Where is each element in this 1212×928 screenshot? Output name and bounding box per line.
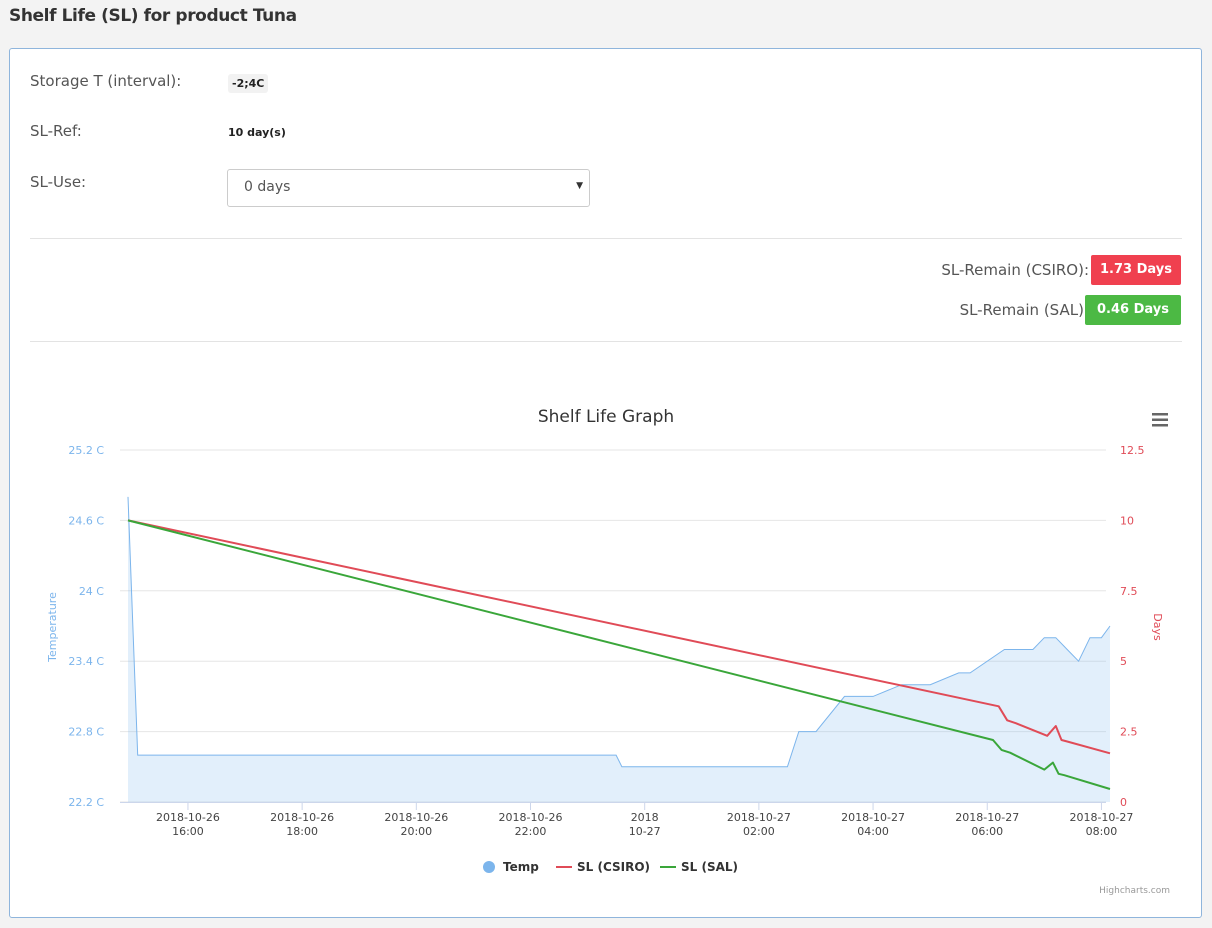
x-tick-label: 02:00 (743, 825, 775, 838)
x-tick-label: 18:00 (286, 825, 318, 838)
y-axis-right: 0 2.5 5 7.5 10 12.5 (1120, 444, 1145, 809)
chart-title: Shelf Life Graph (538, 407, 674, 427)
y-right-tick-label: 10 (1120, 514, 1134, 527)
y-right-tick-label: 5 (1120, 655, 1127, 668)
x-tick-label: 2018-10-27 (727, 811, 791, 824)
x-tick-label: 2018-10-27 (1069, 811, 1133, 824)
x-tick-label: 04:00 (857, 825, 889, 838)
y-axis-left-title: Temperature (46, 592, 59, 663)
legend-item-temp[interactable]: Temp (483, 860, 539, 874)
legend-item-sl-sal[interactable]: SL (SAL) (660, 860, 738, 874)
y-right-tick-label: 0 (1120, 796, 1127, 809)
legend: Temp SL (CSIRO) SL (SAL) (483, 860, 738, 874)
x-axis: 2018-10-2616:002018-10-2618:002018-10-26… (120, 802, 1133, 838)
y-left-tick-label: 22.2 C (68, 796, 104, 809)
plot-area (127, 496, 1111, 802)
y-left-tick-label: 22.8 C (68, 726, 104, 739)
x-tick-label: 2018-10-26 (156, 811, 220, 824)
y-left-tick-label: 24.6 C (68, 514, 104, 527)
x-tick-label: 20:00 (400, 825, 432, 838)
x-tick-label: 08:00 (1086, 825, 1118, 838)
legend-item-sl-csiro[interactable]: SL (CSIRO) (556, 860, 650, 874)
legend-label: SL (CSIRO) (577, 860, 650, 874)
shelf-life-chart: Shelf Life Graph 22.2 C22.8 C23.4 C24 C2… (46, 407, 1170, 896)
x-tick-label: 16:00 (172, 825, 204, 838)
y-right-tick-label: 2.5 (1120, 726, 1138, 739)
y-right-tick-label: 12.5 (1120, 444, 1145, 457)
x-tick-label: 06:00 (971, 825, 1003, 838)
x-tick-label: 2018-10-27 (841, 811, 905, 824)
y-axis-right-title: Days (1151, 613, 1164, 641)
y-right-tick-label: 7.5 (1120, 585, 1138, 598)
legend-label: Temp (503, 860, 539, 874)
x-tick-label: 22:00 (515, 825, 547, 838)
x-tick-label: 2018-10-27 (955, 811, 1019, 824)
y-left-tick-label: 24 C (79, 585, 104, 598)
x-tick-label: 10-27 (629, 825, 661, 838)
x-tick-label: 2018 (631, 811, 659, 824)
x-tick-label: 2018-10-26 (499, 811, 563, 824)
x-tick-label: 2018-10-26 (270, 811, 334, 824)
temp-area-fill (128, 496, 1110, 802)
y-left-tick-label: 25.2 C (68, 444, 104, 457)
hamburger-menu-icon[interactable] (1150, 411, 1170, 429)
y-left-tick-label: 23.4 C (68, 655, 104, 668)
y-axis-left: 22.2 C 22.8 C 23.4 C 24 C 24.6 C 25.2 C (68, 444, 104, 809)
x-tick-label: 2018-10-26 (384, 811, 448, 824)
credits-link[interactable]: Highcharts.com (1099, 886, 1170, 896)
legend-label: SL (SAL) (681, 860, 738, 874)
legend-symbol (483, 861, 495, 873)
